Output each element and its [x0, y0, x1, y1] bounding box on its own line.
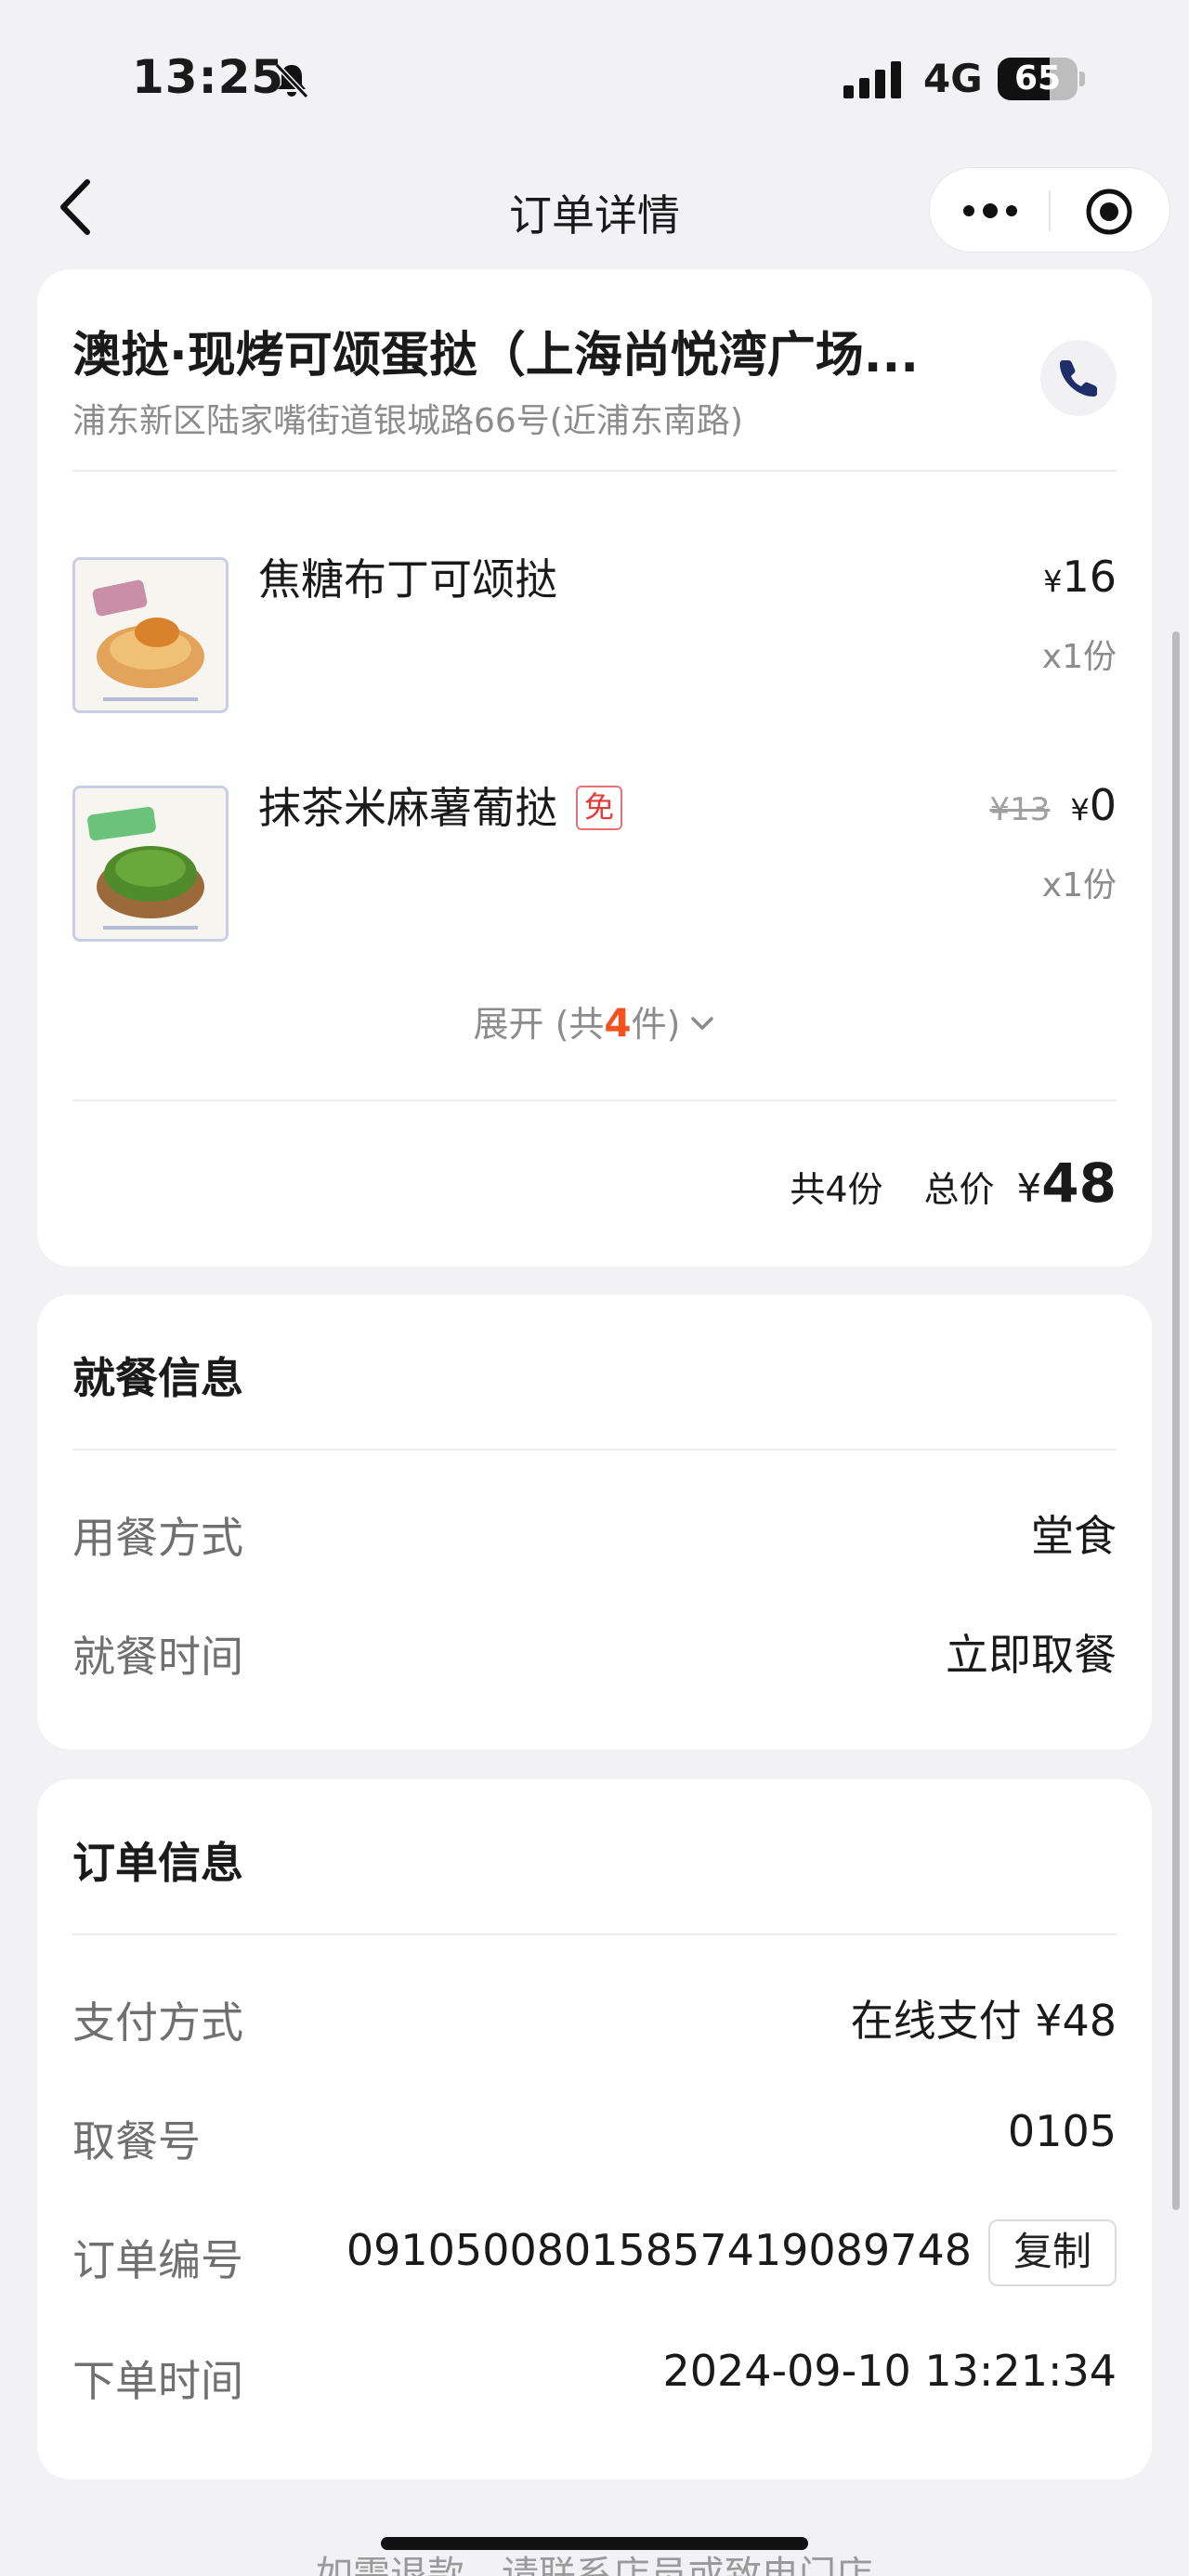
- payment-method-label: 支付方式: [72, 1997, 243, 2048]
- chevron-down-icon: [691, 1016, 714, 1030]
- divider: [72, 1933, 1117, 1935]
- call-store-button[interactable]: [1040, 340, 1117, 416]
- item-price: ¥13 ¥0: [989, 780, 1117, 830]
- close-target-icon[interactable]: [1084, 187, 1134, 237]
- section-title: 订单信息: [72, 1838, 243, 1888]
- order-number-label: 订单编号: [72, 2235, 243, 2285]
- order-time-label: 下单时间: [72, 2356, 243, 2406]
- status-bar: 13:25 4G 65: [0, 0, 1189, 158]
- total-label: 总价: [923, 1169, 995, 1210]
- capsule-divider: [1049, 190, 1051, 231]
- pickup-number-label: 取餐号: [72, 2116, 201, 2166]
- signal-icon: [843, 61, 901, 98]
- dining-method-value: 堂食: [1031, 1511, 1117, 1561]
- dining-time-label: 就餐时间: [72, 1632, 243, 1682]
- mini-program-capsule: [929, 167, 1170, 253]
- section-title: 就餐信息: [72, 1353, 243, 1403]
- item-price: ¥16: [1043, 552, 1117, 602]
- item-image[interactable]: [72, 786, 229, 942]
- order-time-value: 2024-09-10 13:21:34: [662, 2346, 1117, 2396]
- item-quantity: x1份: [1041, 638, 1117, 676]
- free-badge: 免: [576, 785, 622, 830]
- store-address: 浦东新区陆家嘴街道银城路66号(近浦东南路): [72, 402, 743, 440]
- battery-icon: 65: [998, 58, 1085, 100]
- order-summary: 共4份 总价 ¥48: [790, 1151, 1117, 1215]
- back-arrow-icon[interactable]: [54, 175, 98, 240]
- order-number-value: 09105008015857419089748: [346, 2225, 972, 2275]
- expand-items-button[interactable]: 展开 (共4件): [37, 995, 1152, 1047]
- battery-level: 65: [1013, 59, 1062, 98]
- original-price: ¥13: [989, 791, 1051, 828]
- copy-button[interactable]: 复制: [988, 2219, 1117, 2286]
- bell-muted-icon: [274, 62, 309, 99]
- divider: [72, 1449, 1117, 1451]
- payment-method-value: 在线支付 ¥48: [850, 1996, 1117, 2046]
- pickup-number-value: 0105: [1007, 2106, 1117, 2156]
- order-info-card: 订单信息 支付方式 在线支付 ¥48 取餐号 0105 订单编号 0910500…: [37, 1779, 1152, 2479]
- divider: [72, 470, 1117, 472]
- more-dots-icon[interactable]: [958, 189, 1023, 233]
- divider: [72, 1099, 1117, 1101]
- item-image[interactable]: [72, 557, 229, 713]
- store-name[interactable]: 澳挞·现烤可颂蛋挞（上海尚悦湾广场...: [72, 316, 992, 385]
- phone-icon: [1060, 360, 1097, 397]
- status-time: 13:25: [132, 50, 285, 104]
- item-count: 共4份: [790, 1169, 883, 1210]
- item-quantity: x1份: [1041, 866, 1117, 904]
- dining-method-label: 用餐方式: [72, 1513, 243, 1563]
- total-price: 48: [1041, 1151, 1117, 1215]
- dining-time-value: 立即取餐: [946, 1630, 1117, 1680]
- order-items-card: 澳挞·现烤可颂蛋挞（上海尚悦湾广场... 浦东新区陆家嘴街道银城路66号(近浦东…: [37, 269, 1152, 1267]
- home-indicator[interactable]: [381, 2537, 808, 2550]
- item-name: 抹茶米麻薯葡挞免: [258, 774, 622, 836]
- scrollbar[interactable]: [1172, 631, 1180, 2210]
- network-type: 4G: [923, 56, 983, 101]
- dining-info-card: 就餐信息 用餐方式 堂食 就餐时间 立即取餐: [37, 1295, 1152, 1750]
- page-title: 订单详情: [509, 190, 680, 241]
- item-name: 焦糖布丁可颂挞: [258, 554, 557, 605]
